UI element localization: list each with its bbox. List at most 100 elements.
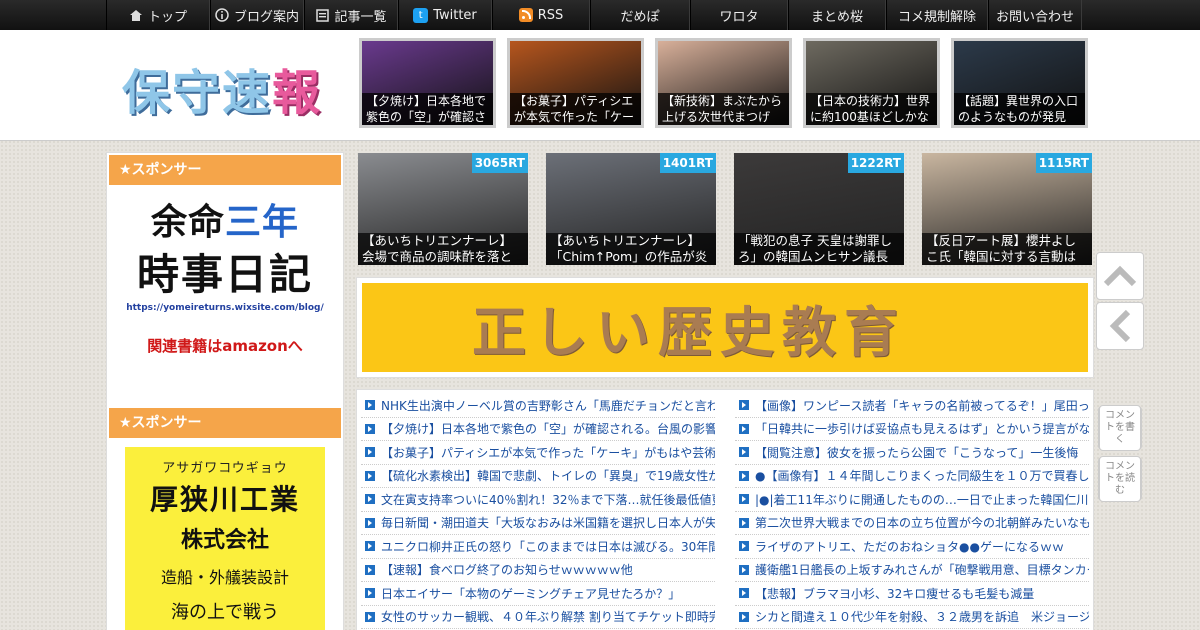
rt-item[interactable]: 3065RT 【あいちトリエンナーレ】会場で商品の調味酢を落とした — [358, 153, 528, 265]
read-comment-button[interactable]: コメントを読む — [1098, 456, 1142, 502]
headline-link[interactable]: 【夕焼け】日本各地で紫色の「空」が確認される。台風の影響 — [361, 418, 715, 441]
banner-text: 正しい歴史教育 — [472, 300, 906, 364]
rt-count-badge: 3065RT — [471, 153, 528, 173]
ad-title-b: 三年 — [225, 202, 300, 243]
headline-text: 毎日新聞・潮田道夫「大坂なおみは米国籍を選択し日本人が失 — [381, 516, 715, 531]
headline-link[interactable]: 【閲覧注意】彼女を振ったら公園で「こうなって」一生後悔 — [735, 441, 1089, 465]
headline-link[interactable]: 文在寅支持率ついに40％割れ！32％まで下落…就任後最低値更新 — [361, 488, 715, 512]
headline-link[interactable]: 【お菓子】パティシエが本気で作った「ケーキ」がもはや芸術 — [361, 441, 715, 465]
ad-title-line1: 余命三年 — [117, 197, 333, 249]
headline-link[interactable]: 第二次世界大戦までの日本の立ち位置が今の北朝鮮みたいなもん — [735, 512, 1089, 535]
nav-item-5[interactable]: だめぽ — [590, 0, 690, 30]
headline-link[interactable]: |●|着工11年ぶりに開通したものの…一日で止まった韓国仁川の — [735, 488, 1089, 512]
headline-link[interactable]: 日本エイサー「本物のゲーミングチェア見せたろか？」 — [361, 582, 715, 606]
header-thumb[interactable]: 【お菓子】パティシエが本気で作った「ケーキ」 — [507, 38, 644, 128]
headline-text: 女性のサッカー観戦、４０年ぶり解禁 割り当てチケット即時完 — [381, 610, 715, 625]
header-thumb[interactable]: 【新技術】まぶたから上げる次世代まつげ — [655, 38, 792, 128]
rt-item[interactable]: 1401RT 【あいちトリエンナーレ】「Chim↑Pom」の作品が炎上 — [546, 153, 716, 265]
headline-text: ●【画像有】１４年間しこりまくった同級生を１０万で買春した — [755, 469, 1089, 484]
rt-count-badge: 1401RT — [659, 153, 716, 173]
nav-item-label: ワロタ — [719, 9, 759, 25]
headline-text: 【夕焼け】日本各地で紫色の「空」が確認される。台風の影響 — [381, 422, 715, 437]
headline-link[interactable]: 【画像】ワンピース読者「キャラの名前被ってるぞ！」尾田っち — [735, 394, 1089, 418]
arrow-bullet-icon — [739, 588, 749, 599]
nav-item-label: コメ規制解除 — [897, 9, 976, 25]
nav-item-2[interactable]: 記事一覧 — [304, 0, 398, 30]
headline-text: 日本エイサー「本物のゲーミングチェア見せたろか？」 — [381, 586, 681, 601]
nav-item-6[interactable]: ワロタ — [690, 0, 788, 30]
headline-text: 【悲報】ブラマヨ小杉、32キロ痩せるも毛髪も減量 — [755, 586, 1035, 601]
nav-item-9[interactable]: お問い合わせ — [988, 0, 1082, 30]
nav-item-7[interactable]: まとめ桜 — [788, 0, 886, 30]
headline-link[interactable]: 女性のサッカー観戦、４０年ぶり解禁 割り当てチケット即時完 — [361, 606, 715, 629]
top-nav-items: トップ ブログ案内 記事一覧 t Twitter RSS だめぽ ワロタ まとめ桜 コメ規制解除 お… — [106, 0, 1082, 30]
ad2-more: 海の上で戦う — [171, 602, 279, 623]
thumb-caption: 【夕焼け】日本各地で紫色の「空」が確認される。 — [362, 93, 493, 125]
headline-list: NHK生出演中ノーベル賞の吉野彰さん「馬鹿だチョンだと言われ【夕焼け】日本各地で… — [356, 389, 1094, 630]
nav-item-label: だめぽ — [620, 9, 660, 25]
arrow-bullet-icon — [739, 564, 749, 575]
rt-item[interactable]: 1222RT 「戦犯の息子 天皇は謝罪しろ」の韓国ムンヒサン議長 — [734, 153, 904, 265]
headline-link[interactable]: 「日韓共に一歩引けば妥協点も見えるはず」とかいう提言がな — [735, 418, 1089, 441]
twitter-icon: t — [413, 7, 429, 23]
rt-caption: 【あいちトリエンナーレ】「Chim↑Pom」の作品が炎上 — [546, 233, 716, 265]
arrow-bullet-icon — [365, 517, 375, 528]
list-icon — [315, 8, 329, 22]
headline-link[interactable]: NHK生出演中ノーベル賞の吉野彰さん「馬鹿だチョンだと言われ — [361, 394, 715, 418]
scroll-up-button[interactable] — [1096, 252, 1144, 300]
info-icon — [215, 8, 229, 22]
headline-text: 【速報】食べログ終了のお知らせｗｗｗｗｗ他 — [381, 563, 633, 578]
headline-link[interactable]: ユニクロ柳井正氏の怒り「このままでは日本は滅びる。30年間 — [361, 535, 715, 559]
back-arrow-icon — [1109, 309, 1131, 343]
rt-caption: 【反日アート展】櫻井よしこ氏「韓国に対する言動は — [922, 233, 1092, 265]
headline-link[interactable]: 護衛艦1日艦長の上坂すみれさんが「砲撃戦用意、目標タンカー — [735, 559, 1089, 582]
headline-link[interactable]: 【速報】食べログ終了のお知らせｗｗｗｗｗ他 — [361, 559, 715, 582]
arrow-bullet-icon — [739, 400, 749, 411]
sponsor-ad-yomei[interactable]: 余命三年 時事日記 https://yomeireturns.wixsite.c… — [117, 197, 333, 387]
nav-item-label: RSS — [537, 7, 564, 23]
headline-link[interactable]: ライザのアトリエ、ただのおねショタ●●ゲーになるｗｗ — [735, 535, 1089, 559]
headline-link[interactable]: 毎日新聞・潮田道夫「大坂なおみは米国籍を選択し日本人が失 — [361, 512, 715, 535]
sidebar: ★スポンサー 余命三年 時事日記 https://yomeireturns.wi… — [106, 152, 344, 630]
rt-caption: 「戦犯の息子 天皇は謝罪しろ」の韓国ムンヒサン議長 — [734, 233, 904, 265]
nav-item-0[interactable]: トップ — [106, 0, 210, 30]
nav-item-1[interactable]: ブログ案内 — [210, 0, 304, 30]
rt-count-badge: 1222RT — [847, 153, 904, 173]
banner-inner: 正しい歴史教育 — [362, 283, 1088, 372]
ad-title-line2: 時事日記 — [136, 250, 313, 299]
headline-text: 文在寅支持率ついに40％割れ！32％まで下落…就任後最低値更新 — [381, 492, 715, 507]
headline-text: 【閲覧注意】彼女を振ったら公園で「こうなって」一生後悔 — [755, 445, 1079, 460]
header-thumb[interactable]: 【日本の技術力】世界に約100基ほどしかない — [803, 38, 940, 128]
back-button[interactable] — [1096, 302, 1144, 350]
ad2-company-name: 厚狭川工業 — [149, 483, 300, 516]
write-comment-button[interactable]: コメントを書く — [1098, 405, 1142, 451]
arrow-bullet-icon — [739, 517, 749, 528]
banner-ad[interactable]: 正しい歴史教育 — [356, 277, 1094, 378]
nav-item-label: 記事一覧 — [334, 9, 387, 25]
headline-link[interactable]: ●【画像有】１４年間しこりまくった同級生を１０万で買春した — [735, 465, 1089, 488]
top-nav: トップ ブログ案内 記事一覧 t Twitter RSS だめぽ ワロタ まとめ桜 コメ規制解除 お… — [0, 0, 1200, 30]
logo-text: 保守速 — [122, 65, 273, 121]
header-thumb[interactable]: 【話題】異世界の入口のようなものが発見 — [951, 38, 1088, 128]
sponsor-ad-asagawa[interactable]: アサガワコウギョウ 厚狭川工業 株式会社 造船・外艤装設計 海の上で戦う — [125, 447, 325, 630]
arrow-bullet-icon — [365, 541, 375, 552]
arrow-bullet-icon — [365, 447, 375, 458]
nav-item-4[interactable]: RSS — [492, 0, 590, 30]
headline-text: 護衛艦1日艦長の上坂すみれさんが「砲撃戦用意、目標タンカー — [755, 563, 1089, 578]
headline-column-left: NHK生出演中ノーベル賞の吉野彰さん「馬鹿だチョンだと言われ【夕焼け】日本各地で… — [361, 394, 715, 630]
headline-link[interactable]: 【悲報】ブラマヨ小杉、32キロ痩せるも毛髪も減量 — [735, 582, 1089, 606]
headline-text: ユニクロ柳井正氏の怒り「このままでは日本は滅びる。30年間 — [381, 539, 715, 554]
arrow-bullet-icon — [739, 470, 749, 481]
rt-item[interactable]: 1115RT 【反日アート展】櫻井よしこ氏「韓国に対する言動は — [922, 153, 1092, 265]
ad-title-a: 余命 — [150, 202, 225, 243]
headline-link[interactable]: 【硫化水素検出】韓国で悲劇、トイレの「異臭」で19歳女性が — [361, 465, 715, 488]
site-logo[interactable]: 保守速報 — [122, 53, 322, 123]
rt-count-badge: 1115RT — [1035, 153, 1092, 173]
header-thumb[interactable]: 【夕焼け】日本各地で紫色の「空」が確認される。 — [359, 38, 496, 128]
ad-amazon-link[interactable]: 関連書籍はamazonへ — [117, 335, 333, 356]
nav-item-8[interactable]: コメ規制解除 — [886, 0, 988, 30]
headline-link[interactable]: シカと間違え１０代少年を射殺、３２歳男を訴追 米ジョージア — [735, 606, 1089, 629]
arrow-bullet-icon — [365, 611, 375, 622]
nav-item-3[interactable]: t Twitter — [398, 0, 492, 30]
arrow-bullet-icon — [365, 588, 375, 599]
